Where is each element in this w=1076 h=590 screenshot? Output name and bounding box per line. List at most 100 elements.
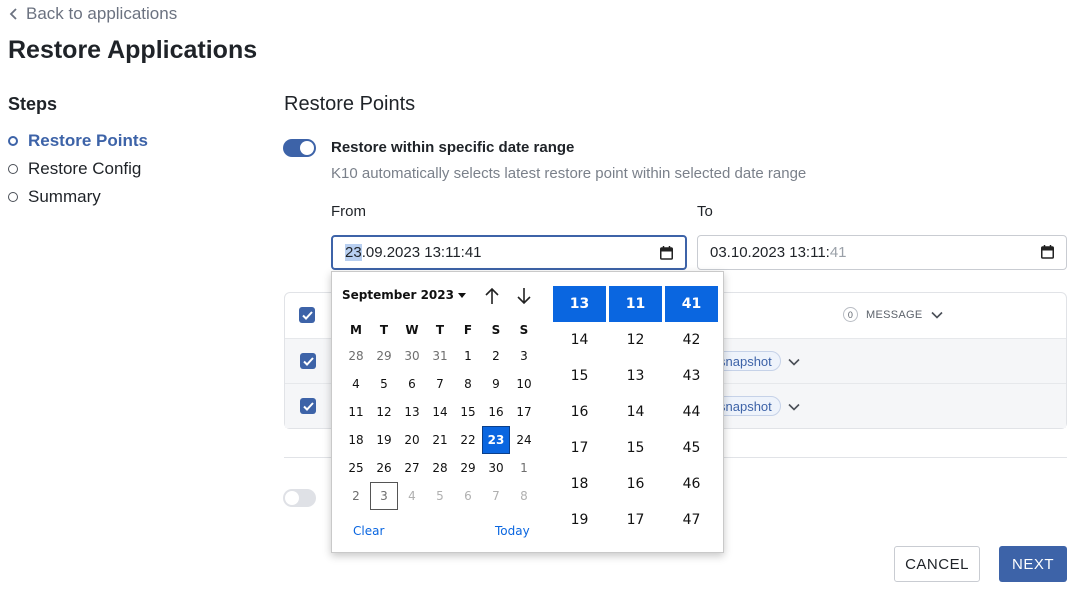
second-option[interactable]: 46: [665, 466, 718, 502]
toggle-knob: [300, 141, 314, 155]
calendar-day[interactable]: 28: [426, 454, 454, 482]
hour-option[interactable]: 16: [553, 394, 606, 430]
calendar-day[interactable]: 1: [454, 342, 482, 370]
calendar-day[interactable]: 2: [342, 482, 370, 510]
hour-option[interactable]: 18: [553, 466, 606, 502]
minute-option[interactable]: 12: [609, 322, 662, 358]
chevron-down-icon[interactable]: [788, 403, 800, 411]
datetime-picker-popup: September 2023 M T W T F S S 28 29 30 31…: [331, 271, 724, 553]
date-range-toggle[interactable]: [283, 139, 316, 157]
calendar-day[interactable]: 12: [370, 398, 398, 426]
selected-calendar-day[interactable]: 23: [482, 426, 510, 454]
cancel-button[interactable]: CANCEL: [894, 546, 980, 582]
calendar-icon[interactable]: [1041, 245, 1054, 259]
second-option[interactable]: 44: [665, 394, 718, 430]
calendar-day[interactable]: 26: [370, 454, 398, 482]
chevron-down-icon: [930, 311, 943, 319]
next-button[interactable]: NEXT: [999, 546, 1067, 582]
calendar-day[interactable]: 5: [426, 482, 454, 510]
calendar-day[interactable]: 29: [454, 454, 482, 482]
calendar-day[interactable]: 30: [482, 454, 510, 482]
calendar-day[interactable]: 4: [342, 370, 370, 398]
hour-option[interactable]: 19: [553, 502, 606, 538]
minute-option[interactable]: 13: [609, 358, 662, 394]
hour-option[interactable]: 17: [553, 430, 606, 466]
back-to-applications-link[interactable]: Back to applications: [8, 4, 177, 24]
calendar-day[interactable]: 7: [426, 370, 454, 398]
calendar-day[interactable]: 15: [454, 398, 482, 426]
secondary-toggle[interactable]: [283, 489, 316, 507]
calendar-day[interactable]: 4: [398, 482, 426, 510]
to-seconds-placeholder: 41: [829, 244, 847, 261]
calendar-day[interactable]: 18: [342, 426, 370, 454]
calendar-day[interactable]: 7: [482, 482, 510, 510]
to-label: To: [697, 203, 713, 220]
minute-option[interactable]: 11: [609, 286, 662, 322]
calendar-day[interactable]: 1: [510, 454, 538, 482]
minute-option[interactable]: 16: [609, 466, 662, 502]
minute-option[interactable]: 15: [609, 430, 662, 466]
calendar-day[interactable]: 9: [482, 370, 510, 398]
calendar-day[interactable]: 16: [482, 398, 510, 426]
second-option[interactable]: 41: [665, 286, 718, 322]
hour-option[interactable]: 15: [553, 358, 606, 394]
step-restore-config[interactable]: Restore Config: [8, 159, 141, 179]
calendar-day[interactable]: 8: [510, 482, 538, 510]
hour-option[interactable]: 14: [553, 322, 606, 358]
calendar-icon[interactable]: [660, 246, 673, 260]
calendar-day[interactable]: 13: [398, 398, 426, 426]
calendar-day[interactable]: 10: [510, 370, 538, 398]
from-day-segment[interactable]: 23: [345, 244, 362, 261]
to-date-value: 03.10.2023 13:11:: [710, 244, 830, 261]
chevron-left-icon: [9, 8, 17, 20]
calendar-day[interactable]: 6: [454, 482, 482, 510]
second-option[interactable]: 43: [665, 358, 718, 394]
calendar-day[interactable]: 20: [398, 426, 426, 454]
seconds-column[interactable]: 41 42 43 44 45 46 47: [665, 286, 718, 538]
minute-option[interactable]: 14: [609, 394, 662, 430]
arrow-up-icon[interactable]: [483, 286, 501, 306]
calendar-day[interactable]: 21: [426, 426, 454, 454]
calendar-day[interactable]: 30: [398, 342, 426, 370]
calendar-day[interactable]: 8: [454, 370, 482, 398]
month-year-selector[interactable]: September 2023: [342, 288, 466, 302]
second-option[interactable]: 47: [665, 502, 718, 538]
step-restore-points[interactable]: Restore Points: [8, 131, 148, 151]
today-button[interactable]: Today: [495, 524, 530, 538]
calendar-day[interactable]: 27: [398, 454, 426, 482]
date-range-toggle-label: Restore within specific date range: [331, 139, 575, 156]
clear-button[interactable]: Clear: [353, 524, 384, 538]
today-calendar-day[interactable]: 3: [370, 482, 398, 510]
calendar-day[interactable]: 11: [342, 398, 370, 426]
row-checkbox[interactable]: [300, 398, 316, 414]
second-option[interactable]: 45: [665, 430, 718, 466]
steps-heading: Steps: [8, 94, 58, 114]
chevron-down-icon[interactable]: [788, 358, 800, 366]
message-column-header[interactable]: 0 MESSAGE: [843, 307, 943, 322]
calendar-day[interactable]: 24: [510, 426, 538, 454]
row-checkbox[interactable]: [300, 353, 316, 369]
calendar-day[interactable]: 31: [426, 342, 454, 370]
weekday-label: W: [405, 323, 419, 337]
hour-option[interactable]: 13: [553, 286, 606, 322]
calendar-day[interactable]: 29: [370, 342, 398, 370]
minute-option[interactable]: 17: [609, 502, 662, 538]
to-date-input[interactable]: 03.10.2023 13:11: 41: [697, 235, 1067, 270]
calendar-day[interactable]: 17: [510, 398, 538, 426]
second-option[interactable]: 42: [665, 322, 718, 358]
calendar-day[interactable]: 28: [342, 342, 370, 370]
calendar-day[interactable]: 22: [454, 426, 482, 454]
calendar-day[interactable]: 3: [510, 342, 538, 370]
from-date-input[interactable]: 23.09.2023 13:11:41: [331, 235, 687, 270]
hours-column[interactable]: 13 14 15 16 17 18 19: [553, 286, 606, 538]
step-summary[interactable]: Summary: [8, 187, 101, 207]
calendar-day[interactable]: 19: [370, 426, 398, 454]
calendar-day[interactable]: 2: [482, 342, 510, 370]
calendar-day[interactable]: 5: [370, 370, 398, 398]
calendar-day[interactable]: 6: [398, 370, 426, 398]
minutes-column[interactable]: 11 12 13 14 15 16 17: [609, 286, 662, 538]
arrow-down-icon[interactable]: [515, 286, 533, 306]
calendar-day[interactable]: 25: [342, 454, 370, 482]
select-all-checkbox[interactable]: [299, 307, 315, 323]
calendar-day[interactable]: 14: [426, 398, 454, 426]
